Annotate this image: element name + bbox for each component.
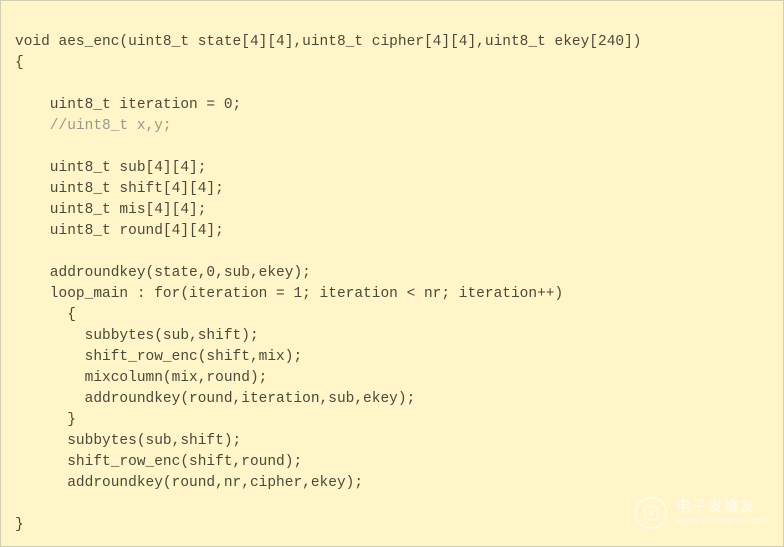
watermark-url: www.elecfans.com xyxy=(676,515,767,527)
code-line: subbytes(sub,shift); xyxy=(15,433,241,449)
code-line: shift_row_enc(shift,round); xyxy=(15,454,302,470)
code-line: addroundkey(round,iteration,sub,ekey); xyxy=(15,391,415,407)
code-line: uint8_t sub[4][4]; xyxy=(15,160,206,176)
code-line: void aes_enc(uint8_t state[4][4],uint8_t… xyxy=(15,34,642,50)
code-block: void aes_enc(uint8_t state[4][4],uint8_t… xyxy=(1,1,783,546)
code-line: uint8_t shift[4][4]; xyxy=(15,181,224,197)
code-line: addroundkey(round,nr,cipher,ekey); xyxy=(15,475,363,491)
code-line: } xyxy=(15,517,24,533)
code-line: { xyxy=(15,307,76,323)
code-line: addroundkey(state,0,sub,ekey); xyxy=(15,265,311,281)
code-line: loop_main : for(iteration = 1; iteration… xyxy=(15,286,563,302)
code-line: } xyxy=(15,412,76,428)
watermark-logo-icon xyxy=(634,496,668,530)
code-line: { xyxy=(15,55,24,71)
watermark: 电子发烧友 www.elecfans.com xyxy=(634,496,767,530)
code-line: uint8_t iteration = 0; xyxy=(15,97,241,113)
code-line: uint8_t mis[4][4]; xyxy=(15,202,206,218)
code-line: mixcolumn(mix,round); xyxy=(15,370,267,386)
code-line: uint8_t round[4][4]; xyxy=(15,223,224,239)
code-line: subbytes(sub,shift); xyxy=(15,328,259,344)
watermark-title: 电子发烧友 xyxy=(676,499,767,516)
watermark-text: 电子发烧友 www.elecfans.com xyxy=(676,499,767,528)
code-comment-line: //uint8_t x,y; xyxy=(15,118,172,134)
code-line: shift_row_enc(shift,mix); xyxy=(15,349,302,365)
